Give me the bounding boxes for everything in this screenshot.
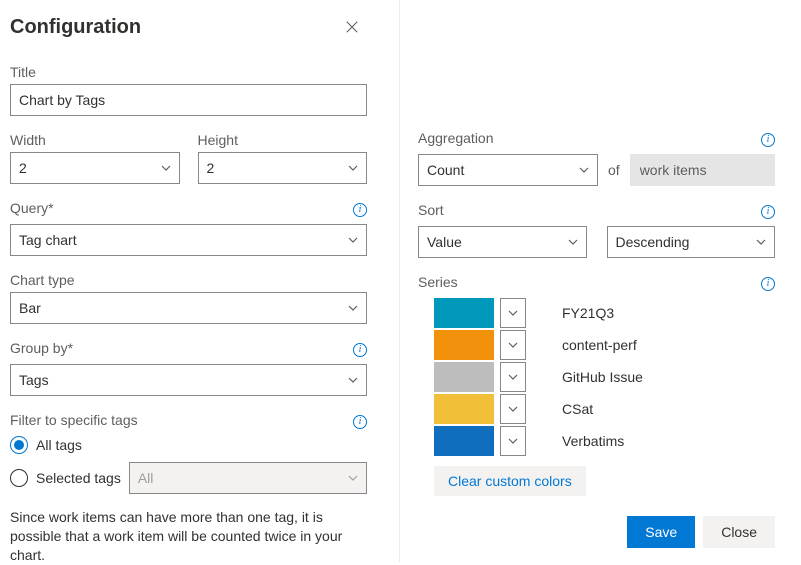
chevron-down-icon [579,165,589,175]
chart-type-label: Chart type [10,272,367,288]
clear-custom-colors-button[interactable]: Clear custom colors [434,466,586,496]
chevron-down-icon [348,473,358,483]
series-label: CSat [562,401,593,417]
chart-type-value: Bar [19,300,41,316]
aggregation-label: Aggregation [418,130,494,146]
aggregation-select[interactable]: Count [418,154,598,186]
chevron-down-icon [161,163,171,173]
selected-tags-select: All [129,462,367,494]
query-label: Query [10,200,54,216]
info-icon[interactable]: i [353,343,367,357]
series-label: FY21Q3 [562,305,614,321]
series-row: FY21Q3 [434,298,775,328]
width-value: 2 [19,160,27,176]
series-row: content-perf [434,330,775,360]
save-button[interactable]: Save [627,516,695,548]
chevron-down-icon [348,163,358,173]
title-input[interactable] [10,84,367,116]
selected-tags-value: All [138,470,154,486]
group-by-value: Tags [19,372,49,388]
chart-type-select[interactable]: Bar [10,292,367,324]
chevron-down-icon [756,237,766,247]
color-swatch-dropdown[interactable] [500,330,526,360]
info-icon[interactable]: i [761,277,775,291]
color-swatch-dropdown[interactable] [500,298,526,328]
sort-field-select[interactable]: Value [418,226,587,258]
chevron-down-icon [568,237,578,247]
close-button[interactable] [337,12,367,42]
color-swatch [434,394,494,424]
hint-text: Since work items can have more than one … [10,508,367,565]
series-label: content-perf [562,337,637,353]
height-select[interactable]: 2 [198,152,368,184]
color-swatch [434,330,494,360]
color-swatch [434,362,494,392]
aggregation-value: Count [427,162,464,178]
aggregation-of-text: of [608,162,620,178]
chevron-down-icon [348,303,358,313]
color-swatch-dropdown[interactable] [500,362,526,392]
chevron-down-icon [508,372,518,382]
info-icon[interactable]: i [353,203,367,217]
radio-selected-tags[interactable]: Selected tags [10,469,121,487]
chevron-down-icon [348,235,358,245]
series-label: Verbatims [562,433,624,449]
series-row: GitHub Issue [434,362,775,392]
info-icon[interactable]: i [761,205,775,219]
radio-button-icon [10,436,28,454]
page-title: Configuration [10,16,141,39]
sort-label: Sort [418,202,444,218]
close-button[interactable]: Close [703,516,775,548]
right-column: Aggregation i Count of work items Sort i… [400,0,801,562]
chevron-down-icon [508,308,518,318]
color-swatch-dropdown[interactable] [500,394,526,424]
left-column: Configuration Title Width 2 Height 2 [0,0,400,562]
aggregation-target: work items [630,154,775,186]
series-row: Verbatims [434,426,775,456]
query-value: Tag chart [19,232,77,248]
radio-selected-tags-label: Selected tags [36,470,121,486]
chevron-down-icon [508,436,518,446]
color-swatch-dropdown[interactable] [500,426,526,456]
filter-label: Filter to specific tags [10,412,138,428]
title-label: Title [10,64,367,80]
sort-field-value: Value [427,234,462,250]
group-by-label: Group by [10,340,73,356]
sort-direction-select[interactable]: Descending [607,226,776,258]
color-swatch [434,426,494,456]
info-icon[interactable]: i [353,415,367,429]
close-icon [345,20,359,34]
width-select[interactable]: 2 [10,152,180,184]
series-row: CSat [434,394,775,424]
series-label: GitHub Issue [562,369,643,385]
info-icon[interactable]: i [761,133,775,147]
group-by-select[interactable]: Tags [10,364,367,396]
chevron-down-icon [508,340,518,350]
chevron-down-icon [508,404,518,414]
radio-all-tags[interactable]: All tags [10,436,367,454]
chevron-down-icon [348,375,358,385]
sort-direction-value: Descending [616,234,690,250]
color-swatch [434,298,494,328]
width-label: Width [10,132,180,148]
series-label: Series [418,274,458,290]
radio-button-icon [10,469,28,487]
radio-all-tags-label: All tags [36,437,82,453]
query-select[interactable]: Tag chart [10,224,367,256]
height-label: Height [198,132,368,148]
height-value: 2 [207,160,215,176]
